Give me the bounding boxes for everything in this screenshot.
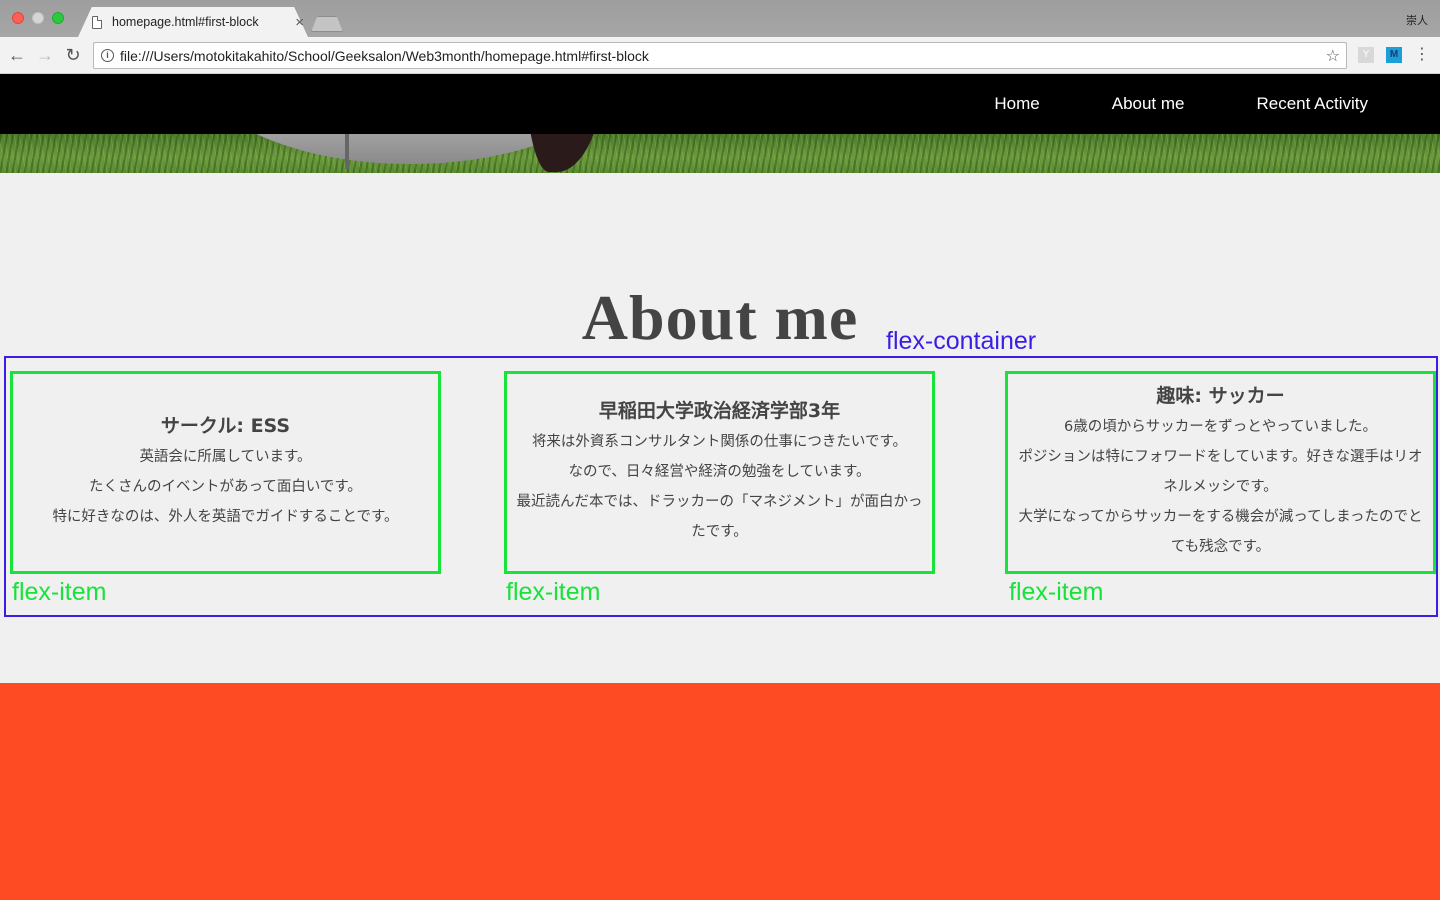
file-icon — [92, 15, 102, 29]
maximize-window-button[interactable] — [52, 12, 64, 24]
card-text: ても残念です。 — [1170, 538, 1271, 555]
next-section-block — [0, 683, 1440, 900]
card-text: ネルメッシです。 — [1163, 478, 1278, 495]
nav-link-recent-activity[interactable]: Recent Activity — [1257, 94, 1369, 114]
reload-icon[interactable]: ↻ — [63, 45, 83, 65]
card-text: たくさんのイベントがあって面白いです。 — [89, 478, 362, 495]
browser-toolbar: ← → ↻ i file:///Users/motokitakahito/Sch… — [0, 37, 1440, 74]
nav-link-home[interactable]: Home — [994, 94, 1039, 114]
card-text: 最近読んだ本では、ドラッカーの「マネジメント」が面白かっ — [516, 493, 923, 510]
star-icon[interactable]: ☆ — [1326, 46, 1340, 66]
browser-tab-bar: homepage.html#first-block × 崇人 — [0, 0, 1440, 37]
card-text: 将来は外資系コンサルタント関係の仕事につきたいです。 — [531, 433, 908, 450]
info-icon[interactable]: i — [101, 49, 114, 62]
section-title: About me — [581, 282, 859, 353]
card-heading: サークル: ESS — [160, 414, 291, 437]
card-text: ポジションは特にフォワードをしています。好きな選手はリオ — [1018, 448, 1423, 465]
minimize-window-button[interactable] — [32, 12, 44, 24]
nav-link-about-me[interactable]: About me — [1112, 94, 1185, 114]
page-viewport: Home About me Recent Activity About me f… — [0, 74, 1440, 900]
card-text: たです。 — [691, 523, 748, 540]
about-card-hobby: 趣味: サッカー 6歳の頃からサッカーをずっとやっていました。 ポジションは特に… — [1005, 371, 1436, 574]
site-navbar: Home About me Recent Activity — [0, 74, 1440, 134]
extension-m-icon[interactable]: M — [1386, 47, 1402, 63]
ball-shadow — [525, 134, 605, 172]
profile-name[interactable]: 崇人 — [1406, 12, 1428, 28]
card-text: なので、日々経営や経済の勉強をしています。 — [568, 463, 871, 480]
browser-tab-content[interactable]: homepage.html#first-block × — [88, 7, 308, 37]
card-text: 6歳の頃からサッカーをずっとやっていました。 — [1064, 418, 1377, 435]
hero-image — [0, 134, 1440, 173]
menu-icon[interactable]: ⋮ — [1414, 46, 1430, 64]
about-card-circle: サークル: ESS 英語会に所属しています。 たくさんのイベントがあって面白いで… — [10, 371, 441, 574]
about-card-university: 早稲田大学政治経済学部3年 将来は外資系コンサルタント関係の仕事につきたいです。… — [504, 371, 935, 574]
close-window-button[interactable] — [12, 12, 24, 24]
extension-y-icon[interactable]: Y — [1358, 47, 1374, 63]
url-text[interactable]: file:///Users/motokitakahito/School/Geek… — [120, 48, 1326, 64]
flex-container-annotation: flex-container — [886, 327, 1037, 355]
new-tab-button[interactable] — [311, 16, 343, 32]
card-heading: 趣味: サッカー — [1156, 384, 1285, 407]
flex-item-annotation: flex-item — [12, 578, 107, 606]
card-text: 大学になってからサッカーをする機会が減ってしまったのでと — [1018, 508, 1423, 525]
tab-title: homepage.html#first-block — [112, 15, 259, 29]
address-bar[interactable]: i file:///Users/motokitakahito/School/Ge… — [93, 42, 1347, 69]
card-heading: 早稲田大学政治経済学部3年 — [598, 399, 841, 422]
card-text: 特に好きなのは、外人を英語でガイドすることです。 — [52, 508, 399, 525]
forward-icon[interactable]: → — [35, 45, 55, 65]
close-tab-icon[interactable]: × — [295, 15, 304, 30]
back-icon[interactable]: ← — [7, 45, 27, 65]
card-text: 英語会に所属しています。 — [139, 448, 312, 465]
flex-item-annotation: flex-item — [1009, 578, 1104, 606]
ball-seam — [345, 134, 349, 169]
flex-item-annotation: flex-item — [506, 578, 601, 606]
